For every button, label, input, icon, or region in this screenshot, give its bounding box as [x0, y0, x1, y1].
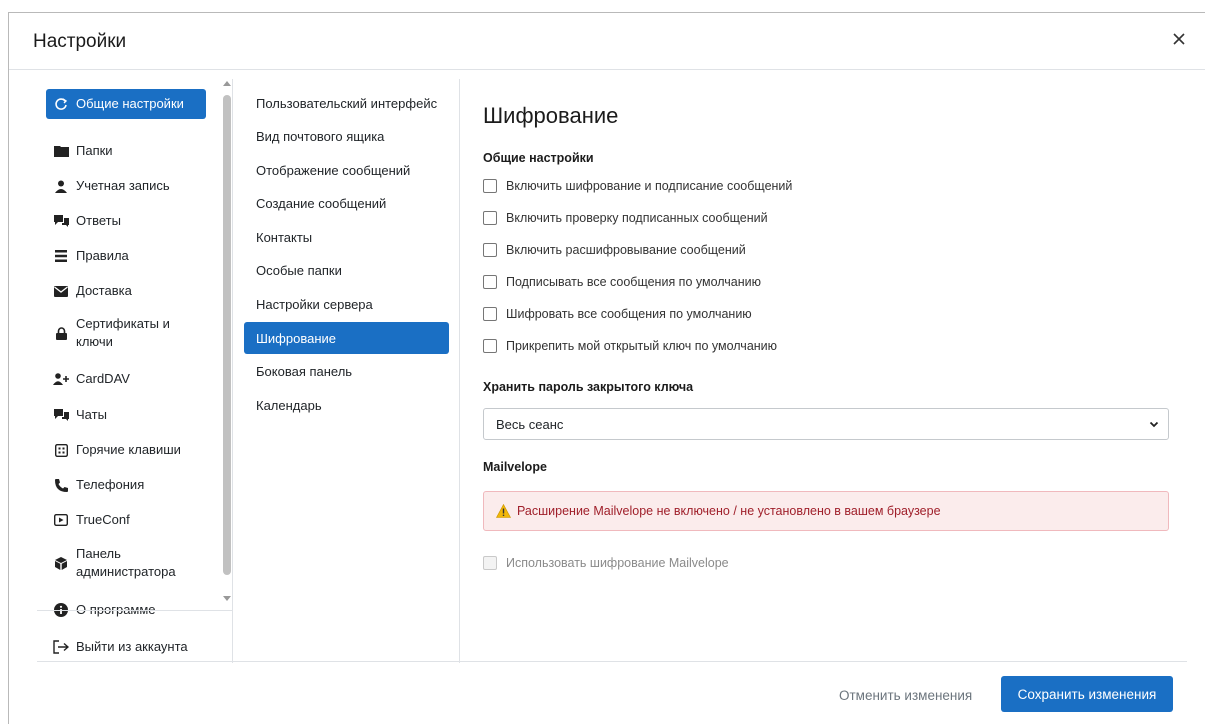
- checkbox-box: [483, 556, 497, 570]
- nav-item-mailbox-view[interactable]: Вид почтового ящика: [244, 120, 449, 152]
- cancel-changes-button[interactable]: Отменить изменения: [839, 678, 972, 712]
- save-changes-button[interactable]: Сохранить изменения: [1001, 676, 1173, 712]
- menu-item-admin-panel[interactable]: Панель администратора: [46, 544, 206, 582]
- checkbox-mailvelope: Использовать шифрование Mailvelope: [483, 556, 729, 570]
- checkbox-box[interactable]: [483, 275, 497, 289]
- menu-item-label: Чаты: [76, 407, 107, 422]
- checkbox-label: Включить расшифровывание сообщений: [506, 243, 746, 257]
- dialog-title: Настройки: [33, 31, 127, 52]
- menu-item-label: Папки: [76, 143, 113, 158]
- menu-item-label: CardDAV: [76, 371, 130, 386]
- scroll-down-arrow[interactable]: [223, 596, 231, 601]
- checkbox-box[interactable]: [483, 179, 497, 193]
- chats-icon: [46, 409, 76, 421]
- settings-dialog: Настройки Общие настройки Папки Учетная …: [8, 12, 1205, 724]
- menu-item-chats[interactable]: Чаты: [46, 405, 206, 425]
- lock-icon: [46, 326, 76, 340]
- nav-item-message-compose[interactable]: Создание сообщений: [244, 187, 449, 219]
- menu-item-label: Сертификаты и ключи: [76, 316, 170, 349]
- checkbox-attach-public-key[interactable]: Прикрепить мой открытый ключ по умолчани…: [483, 339, 777, 353]
- mailvelope-heading: Mailvelope: [483, 460, 547, 474]
- admin-icon: [46, 556, 76, 570]
- general-settings-heading: Общие настройки: [483, 151, 594, 165]
- menu-scrollbar[interactable]: [221, 81, 233, 611]
- menu-item-label: Панель администратора: [76, 546, 176, 579]
- mailvelope-alert: Расширение Mailvelope не включено / не у…: [483, 491, 1169, 531]
- page-title: Шифрование: [483, 103, 619, 128]
- nav-item-calendar[interactable]: Календарь: [244, 389, 449, 421]
- checkbox-enable-decryption[interactable]: Включить расшифровывание сообщений: [483, 243, 746, 257]
- menu-item-label: Общие настройки: [76, 96, 184, 111]
- nav-item-contacts[interactable]: Контакты: [244, 221, 449, 253]
- menu-item-general[interactable]: Общие настройки: [46, 89, 206, 119]
- menu-item-label: Учетная запись: [76, 178, 170, 193]
- person-icon: [46, 180, 76, 193]
- alert-text: Расширение Mailvelope не включено / не у…: [517, 504, 941, 518]
- select-value: Весь сеанс: [496, 416, 564, 432]
- checkbox-box[interactable]: [483, 211, 497, 225]
- menu-item-carddav[interactable]: CardDAV: [46, 369, 206, 389]
- scroll-up-arrow[interactable]: [223, 81, 231, 86]
- video-icon: [46, 514, 76, 526]
- chevron-down-icon: [1148, 418, 1160, 433]
- checkbox-label: Шифровать все сообщения по умолчанию: [506, 307, 752, 321]
- nav-item-ui[interactable]: Пользовательский интерфейс: [244, 87, 449, 119]
- menu-item-rules[interactable]: Правила: [46, 246, 206, 266]
- nav-item-server-settings[interactable]: Настройки сервера: [244, 288, 449, 320]
- checkbox-box[interactable]: [483, 339, 497, 353]
- menu-item-label: Доставка: [76, 283, 132, 298]
- folder-icon: [46, 145, 76, 157]
- rules-icon: [46, 250, 76, 262]
- menu-item-label: Телефония: [76, 477, 145, 492]
- menu-divider: [37, 610, 233, 611]
- nav-item-encryption[interactable]: Шифрование: [244, 322, 449, 354]
- menu-item-label: TrueConf: [76, 512, 130, 527]
- checkbox-label: Включить проверку подписанных сообщений: [506, 211, 768, 225]
- menu-item-certificates[interactable]: Сертификаты и ключи: [46, 315, 206, 351]
- menu-item-folders[interactable]: Папки: [46, 141, 206, 161]
- checkbox-label: Подписывать все сообщения по умолчанию: [506, 275, 761, 289]
- checkbox-verify-signed[interactable]: Включить проверку подписанных сообщений: [483, 211, 768, 225]
- keyboard-icon: [46, 443, 76, 457]
- nav-item-sidebar[interactable]: Боковая панель: [244, 355, 449, 387]
- menu-item-replies[interactable]: Ответы: [46, 211, 206, 231]
- menu-item-telephony[interactable]: Телефония: [46, 475, 206, 495]
- refresh-icon: [46, 97, 76, 111]
- settings-sections-menu: Общие настройки Папки Учетная запись Отв…: [37, 79, 233, 663]
- key-password-select[interactable]: Весь сеанс: [483, 408, 1169, 440]
- checkbox-box[interactable]: [483, 307, 497, 321]
- checkbox-sign-all[interactable]: Подписывать все сообщения по умолчанию: [483, 275, 761, 289]
- logout-icon: [46, 640, 76, 654]
- phone-icon: [46, 478, 76, 492]
- scroll-thumb[interactable]: [223, 95, 231, 575]
- checkbox-label: Прикрепить мой открытый ключ по умолчани…: [506, 339, 778, 353]
- warning-icon: [496, 504, 511, 518]
- nav-item-message-display[interactable]: Отображение сообщений: [244, 154, 449, 186]
- checkbox-encrypt-all[interactable]: Шифровать все сообщения по умолчанию: [483, 307, 752, 321]
- checkbox-label: Использовать шифрование Mailvelope: [506, 556, 729, 570]
- header-divider: [9, 69, 1205, 70]
- key-password-heading: Хранить пароль закрытого ключа: [483, 380, 694, 394]
- checkbox-enable-encryption[interactable]: Включить шифрование и подписание сообщен…: [483, 179, 792, 193]
- footer-divider: [37, 661, 1187, 662]
- close-icon[interactable]: [1171, 31, 1187, 47]
- menu-item-label: Правила: [76, 248, 129, 263]
- nav-item-special-folders[interactable]: Особые папки: [244, 254, 449, 286]
- menu-item-label: Ответы: [76, 213, 121, 228]
- menu-item-label: Горячие клавиши: [76, 442, 181, 457]
- settings-subsections-nav: Пользовательский интерфейс Вид почтового…: [233, 79, 460, 663]
- logout-label: Выйти из аккаунта: [76, 639, 188, 654]
- menu-item-trueconf[interactable]: TrueConf: [46, 510, 206, 530]
- envelope-icon: [46, 285, 76, 297]
- chat-reply-icon: [46, 215, 76, 227]
- menu-item-account[interactable]: Учетная запись: [46, 176, 206, 196]
- menu-item-delivery[interactable]: Доставка: [46, 281, 206, 301]
- logout-button[interactable]: Выйти из аккаунта: [46, 637, 206, 657]
- checkbox-label: Включить шифрование и подписание сообщен…: [506, 179, 793, 193]
- menu-item-hotkeys[interactable]: Горячие клавиши: [46, 440, 206, 460]
- checkbox-box[interactable]: [483, 243, 497, 257]
- add-person-icon: [46, 373, 76, 385]
